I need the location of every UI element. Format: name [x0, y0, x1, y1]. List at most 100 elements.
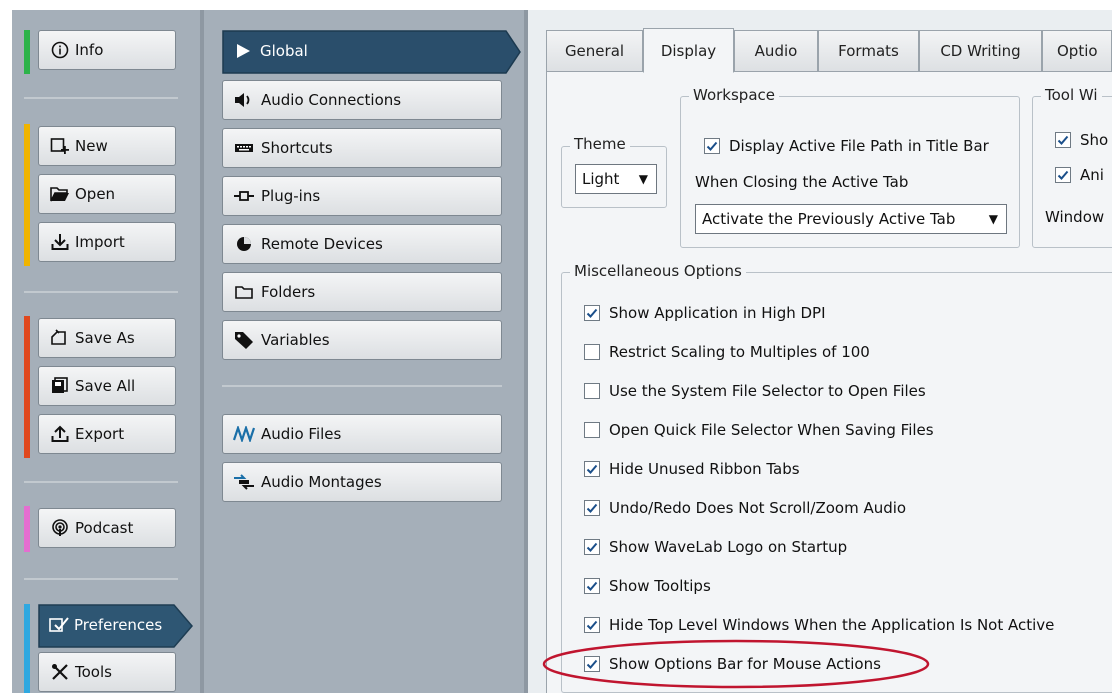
- checkbox-icon: [1055, 167, 1071, 183]
- open-label: Open: [75, 185, 116, 203]
- misc-option-checkbox[interactable]: Open Quick File Selector When Saving Fil…: [584, 421, 934, 439]
- shortcuts-button[interactable]: Shortcuts: [222, 128, 502, 168]
- plug-icon: [233, 190, 255, 202]
- audio-montages-label: Audio Montages: [261, 473, 382, 491]
- save-all-label: Save All: [75, 377, 136, 395]
- misc-option-label: Show WaveLab Logo on Startup: [609, 538, 848, 556]
- global-label: Global: [260, 42, 308, 60]
- divider: [24, 481, 178, 483]
- plugins-button[interactable]: Plug-ins: [222, 176, 502, 216]
- misc-option-checkbox[interactable]: Hide Top Level Windows When the Applicat…: [584, 616, 1054, 634]
- waveform-icon: [233, 426, 255, 442]
- preferences-label: Preferences: [74, 616, 163, 634]
- new-label: New: [75, 137, 108, 155]
- variables-label: Variables: [261, 331, 330, 349]
- workspace-legend: Workspace: [689, 86, 779, 104]
- misc-option-checkbox[interactable]: Show WaveLab Logo on Startup: [584, 538, 847, 556]
- shortcuts-label: Shortcuts: [261, 139, 333, 157]
- open-button[interactable]: Open: [38, 174, 176, 214]
- checkbox-checked-icon: [584, 617, 600, 633]
- divider: [222, 385, 502, 387]
- tab-bar: General Display Audio Formats CD Writing…: [546, 28, 1112, 73]
- dropdown-arrow-icon: ▼: [988, 212, 998, 226]
- misc-option-checkbox[interactable]: Use the System File Selector to Open Fil…: [584, 382, 926, 400]
- misc-option-checkbox[interactable]: Restrict Scaling to Multiples of 100: [584, 343, 870, 361]
- save-all-icon: [49, 377, 71, 395]
- tool-windows-window-label: Window: [1045, 208, 1105, 226]
- info-icon: [49, 41, 71, 59]
- new-file-icon: [49, 137, 71, 155]
- tool-windows-option-1-checkbox[interactable]: Sho: [1055, 131, 1108, 149]
- folder-icon: [233, 285, 255, 299]
- misc-option-checkbox[interactable]: Undo/Redo Does Not Scroll/Zoom Audio: [584, 499, 906, 517]
- tab-options[interactable]: Optio: [1042, 30, 1112, 72]
- closing-tab-select-value: Activate the Previously Active Tab: [702, 210, 956, 228]
- variables-button[interactable]: Variables: [222, 320, 502, 360]
- misc-options-legend: Miscellaneous Options: [570, 262, 746, 280]
- info-group-bar: [24, 30, 30, 74]
- tool-windows-option-1-label: Sho: [1080, 131, 1109, 149]
- checkbox-checked-icon: [584, 305, 600, 321]
- divider: [24, 97, 178, 99]
- folders-button[interactable]: Folders: [222, 272, 502, 312]
- tab-general[interactable]: General: [546, 30, 643, 72]
- display-active-file-path-checkbox[interactable]: Display Active File Path in Title Bar: [704, 137, 989, 155]
- theme-select-value: Light: [582, 170, 620, 188]
- audio-files-button[interactable]: Audio Files: [222, 414, 502, 454]
- save-all-button[interactable]: Save All: [38, 366, 176, 406]
- tool-windows-option-2-checkbox[interactable]: Ani: [1055, 166, 1104, 184]
- save-group-bar: [24, 316, 30, 458]
- tab-formats[interactable]: Formats: [818, 30, 919, 72]
- misc-option-label: Open Quick File Selector When Saving Fil…: [609, 421, 934, 439]
- podcast-button[interactable]: Podcast: [38, 508, 176, 548]
- new-button[interactable]: New: [38, 126, 176, 166]
- remote-devices-button[interactable]: Remote Devices: [222, 224, 502, 264]
- misc-option-label: Show Tooltips: [609, 577, 711, 595]
- divider: [24, 291, 178, 293]
- tab-audio[interactable]: Audio: [734, 30, 818, 72]
- display-active-file-path-label: Display Active File Path in Title Bar: [729, 137, 989, 155]
- misc-option-label: Use the System File Selector to Open Fil…: [609, 382, 926, 400]
- tab-cd-writing[interactable]: CD Writing: [919, 30, 1042, 72]
- import-label: Import: [75, 233, 125, 251]
- audio-files-label: Audio Files: [261, 425, 342, 443]
- speaker-icon: [233, 92, 255, 108]
- misc-option-label: Hide Unused Ribbon Tabs: [609, 460, 800, 478]
- audio-connections-button[interactable]: Audio Connections: [222, 80, 502, 120]
- tag-icon: [233, 331, 255, 349]
- tools-label: Tools: [75, 663, 112, 681]
- export-button[interactable]: Export: [38, 414, 176, 454]
- tab-display[interactable]: Display: [643, 28, 734, 73]
- info-label: Info: [75, 41, 104, 59]
- play-icon: [232, 43, 254, 59]
- info-button[interactable]: Info: [38, 30, 176, 70]
- remote-device-icon: [233, 236, 255, 252]
- checkbox-checked-icon: [584, 578, 600, 594]
- checkbox-checked-icon: [584, 461, 600, 477]
- misc-option-checkbox[interactable]: Hide Unused Ribbon Tabs: [584, 460, 800, 478]
- closing-tab-select[interactable]: Activate the Previously Active Tab ▼: [695, 204, 1007, 234]
- checkbox-checked-icon: [584, 539, 600, 555]
- preferences-icon: [48, 617, 70, 633]
- import-button[interactable]: Import: [38, 222, 176, 262]
- podcast-label: Podcast: [75, 519, 134, 537]
- import-icon: [49, 233, 71, 251]
- misc-option-label: Restrict Scaling to Multiples of 100: [609, 343, 870, 361]
- keyboard-icon: [233, 142, 255, 154]
- misc-option-checkbox[interactable]: Show Tooltips: [584, 577, 711, 595]
- tools-button[interactable]: Tools: [38, 652, 176, 692]
- misc-option-checkbox[interactable]: Show Application in High DPI: [584, 304, 826, 322]
- audio-montages-button[interactable]: Audio Montages: [222, 462, 502, 502]
- folders-label: Folders: [261, 283, 316, 301]
- save-as-button[interactable]: Save As: [38, 318, 176, 358]
- divider: [24, 578, 178, 580]
- folder-open-icon: [49, 186, 71, 202]
- global-button[interactable]: Global: [222, 31, 502, 71]
- preferences-group-bar: [24, 604, 30, 693]
- plugins-label: Plug-ins: [261, 187, 321, 205]
- theme-legend: Theme: [570, 135, 630, 153]
- preferences-button[interactable]: Preferences: [38, 605, 176, 645]
- file-group-bar: [24, 124, 30, 266]
- theme-select[interactable]: Light ▼: [575, 164, 657, 194]
- tools-icon: [49, 663, 71, 681]
